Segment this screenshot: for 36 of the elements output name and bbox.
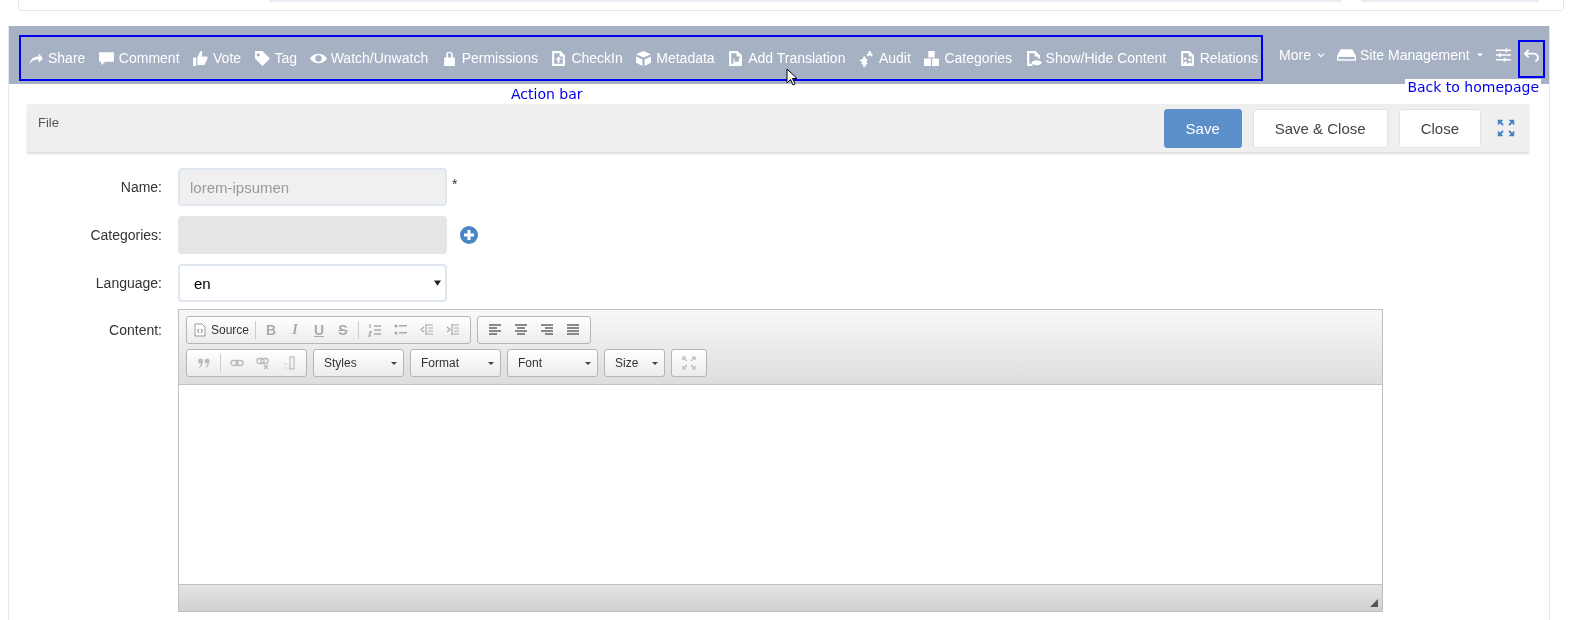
action-button[interactable]: Watch/Unwatch (309, 49, 429, 67)
action-button[interactable]: Share (27, 49, 86, 67)
action-button[interactable]: Audit (857, 49, 911, 67)
form-button[interactable]: Close (1398, 108, 1481, 148)
site-management-button[interactable]: Site Management (1337, 47, 1484, 63)
form-button[interactable]: Save (1163, 108, 1242, 148)
text-style-button[interactable]: U (310, 322, 329, 338)
text-style-button[interactable]: I (286, 322, 305, 338)
action-button[interactable]: Comment (97, 49, 180, 67)
action-button[interactable]: Show/Hide Content (1024, 49, 1167, 67)
action-button[interactable]: Tag (253, 49, 298, 67)
dropdown-button[interactable]: Size (604, 349, 665, 377)
name-field[interactable]: lorem-ipsumen (178, 168, 447, 206)
action-button[interactable]: Permissions (440, 49, 538, 67)
annotation-label: Back to homepage (1405, 79, 1541, 95)
field-label: Language: (94, 275, 162, 291)
more-button[interactable]: More (1279, 47, 1325, 63)
action-button[interactable]: Metadata (635, 49, 715, 67)
dropdown-button[interactable]: Styles (313, 349, 404, 377)
source-button[interactable]: Source (194, 323, 250, 337)
form-title: File (38, 115, 59, 130)
action-button[interactable]: Categories (923, 49, 1013, 67)
text-style-button[interactable]: B (262, 322, 281, 338)
dropdown-button[interactable]: Format (410, 349, 501, 377)
action-button[interactable]: Vote (192, 49, 242, 67)
field-label: Content: (108, 322, 162, 338)
action-button[interactable]: CheckIn (550, 49, 623, 67)
field-label: Categories: (89, 227, 162, 243)
action-button[interactable]: Add Translation (727, 49, 846, 67)
dropdown-button[interactable]: Font (507, 349, 598, 377)
language-select[interactable]: en (178, 264, 447, 302)
text-style-button[interactable]: S (334, 322, 353, 338)
form-button[interactable]: Save & Close (1252, 108, 1388, 148)
field-label: Name: (119, 179, 162, 195)
action-button[interactable]: Relations (1178, 49, 1259, 67)
required-mark: * (452, 176, 458, 192)
